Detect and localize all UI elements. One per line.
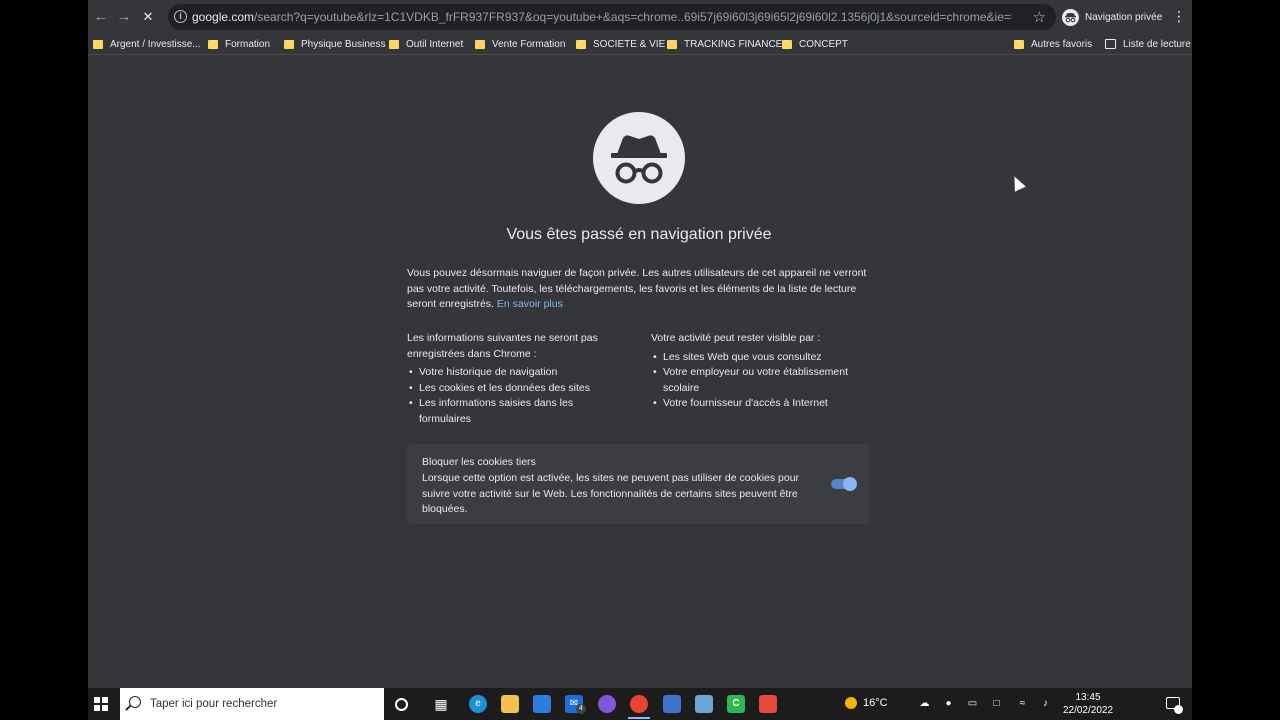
edge-icon[interactable]: e [469,695,487,713]
store-icon[interactable] [533,695,551,713]
file-explorer-icon[interactable] [501,695,519,713]
camtasia-icon[interactable]: C [727,695,745,713]
reading-list[interactable]: Liste de lecture [1105,36,1191,52]
bookmark-label: CONCEPT [799,38,848,50]
cookie-card-title: Bloquer les cookies tiers [422,456,536,468]
toggle-knob [843,477,857,491]
volume-icon[interactable]: ♪ [1040,699,1051,709]
bookmark-folder[interactable]: Physique Business [284,36,386,52]
messenger-icon[interactable] [598,695,616,713]
incognito-hero-icon [593,112,685,204]
meet-now-icon[interactable]: □ [991,699,1002,709]
bookmark-label: Formation [225,38,271,50]
browser-toolbar: ← → ✕ i google.com/search?q=youtube&rlz=… [88,0,1192,33]
cookie-card-description: Lorsque cette option est activée, les si… [422,472,800,515]
taskbar-search-box[interactable]: Taper ici pour rechercher [120,688,384,720]
wifi-icon[interactable]: ≈ [1017,699,1028,709]
folder-icon [576,39,586,49]
cortana-icon[interactable] [395,698,408,711]
folder-icon [782,39,792,49]
intro-text: Vous pouvez désormais naviguer de façon … [407,266,867,313]
folder-icon [667,39,677,49]
folder-icon [208,39,218,49]
clock-time: 13:45 [1075,692,1101,703]
bookmark-folder[interactable]: Argent / Investisse... [93,36,201,52]
temperature: 16°C [863,697,888,709]
chrome-icon[interactable] [630,695,648,713]
windows-start-icon[interactable] [94,697,108,711]
folder-icon [93,39,103,49]
folder-icon [389,39,399,49]
calculator-icon[interactable] [663,695,681,713]
capture-app-icon[interactable] [759,695,777,713]
search-icon [129,696,141,708]
profile-label: Navigation privée [1085,11,1163,23]
incognito-icon [1062,8,1079,26]
bookmark-label: SOCIETE & VIE [593,38,666,50]
bookmark-folder[interactable]: Outil Internet [389,36,463,52]
list-item: Votre historique de navigation [407,365,627,381]
active-app-indicator [628,717,650,719]
bookmark-label: Physique Business [301,38,386,50]
back-icon[interactable]: ← [92,8,110,26]
url-text[interactable]: google.com/search?q=youtube&rlz=1C1VDKB_… [192,10,1012,24]
browser-window: ← → ✕ i google.com/search?q=youtube&rlz=… [88,0,1192,688]
not-saved-heading: Les informations suivantes ne seront pas… [407,332,598,360]
bookmark-folder[interactable]: Vente Formation [475,36,565,52]
list-item: Les sites Web que vous consultez [651,350,871,366]
block-cookies-toggle[interactable] [831,477,857,491]
not-saved-section: Les informations suivantes ne seront pas… [407,331,627,427]
bookmark-label: TRACKING FINANCE [684,38,783,50]
incognito-profile-button[interactable]: Navigation privée [1060,6,1168,28]
bookmark-label: Vente Formation [492,38,566,50]
bookmark-folder[interactable]: Formation [208,36,270,52]
task-view-icon[interactable]: ▦ [432,695,450,713]
clock-date: 22/02/2022 [1062,705,1114,716]
list-item: Votre fournisseur d'accès à Internet [651,396,871,412]
folder-icon [475,39,485,49]
bookmark-star-icon[interactable]: ☆ [1033,8,1046,26]
bookmarks-bar: Argent / Investisse... Formation Physiqu… [88,33,1192,55]
list-item: Les informations saisies dans les formul… [407,396,627,427]
reading-list-icon [1105,39,1116,49]
cloud-icon[interactable]: ☁ [919,699,930,709]
address-bar[interactable]: i google.com/search?q=youtube&rlz=1C1VDK… [168,4,1056,30]
windows-taskbar: Taper ici pour rechercher ▦ e ✉ 4 C 16°C… [88,688,1192,720]
bookmark-folder[interactable]: SOCIETE & VIE [576,36,665,52]
battery-icon[interactable]: ▭ [967,699,978,709]
mail-badge: 4 [576,704,586,714]
forward-icon[interactable]: → [115,8,133,26]
bookmark-folder[interactable]: TRACKING FINANCE [667,36,782,52]
site-info-icon[interactable]: i [174,10,187,23]
bookmark-label: Outil Internet [406,38,464,50]
stop-loading-icon[interactable]: ✕ [139,8,157,26]
url-path: /search?q=youtube&rlz=1C1VDKB_frFR937FR9… [254,10,1012,24]
page-title: Vous êtes passé en navigation privée [506,226,772,243]
more-menu-icon[interactable]: ⋮ [1172,9,1186,23]
learn-more-link[interactable]: En savoir plus [497,298,563,310]
weather-sun-icon [845,697,857,709]
visible-to-section: Votre activité peut rester visible par :… [651,331,871,412]
taskbar-search-placeholder: Taper ici pour rechercher [150,698,278,710]
third-party-cookies-card: Bloquer les cookies tiers Lorsque cette … [407,444,869,524]
list-item: Les cookies et les données des sites [407,381,627,397]
list-item: Votre employeur ou votre établissement s… [651,365,871,396]
url-host: google.com [192,10,255,24]
folder-icon [284,39,294,49]
weather-widget[interactable]: 16°C [845,697,888,709]
notes-icon[interactable] [695,695,713,713]
folder-icon [1014,39,1024,49]
notification-badge [1174,705,1183,714]
other-bookmarks[interactable]: Autres favoris [1014,36,1092,52]
intro-body: Vous pouvez désormais naviguer de façon … [407,267,867,310]
system-clock[interactable]: 13:45 22/02/2022 [1058,691,1118,717]
bookmark-label: Autres favoris [1031,38,1093,50]
bookmark-folder[interactable]: CONCEPT [782,36,848,52]
visible-to-heading: Votre activité peut rester visible par : [651,332,821,344]
incognito-page: Vous êtes passé en navigation privée Vou… [88,56,1192,688]
bookmark-label: Argent / Investisse... [110,38,201,50]
microphone-icon[interactable]: ● [943,699,954,709]
reading-list-label: Liste de lecture [1123,38,1191,50]
